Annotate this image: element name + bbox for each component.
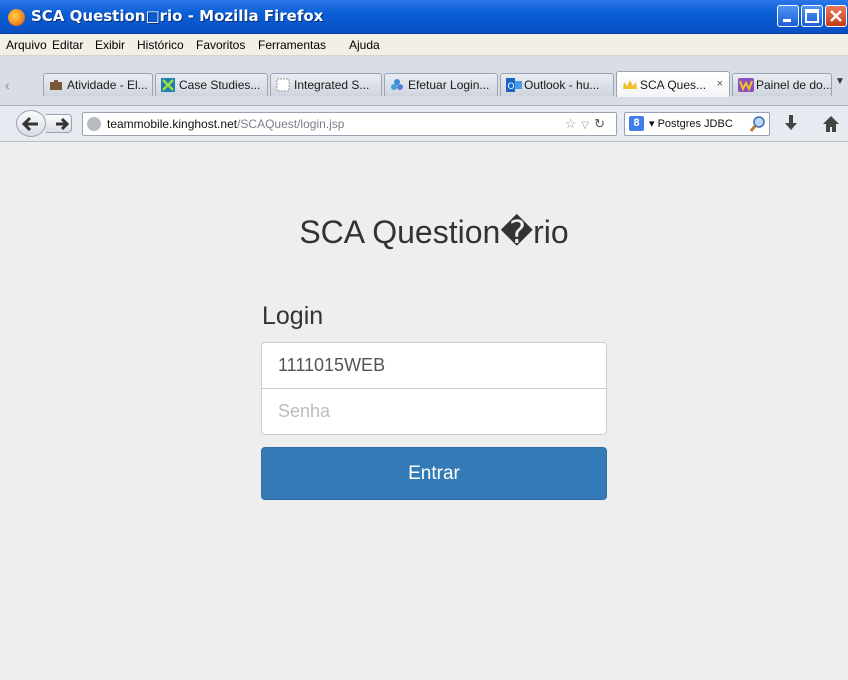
login-form	[261, 342, 607, 436]
tab-case-studies[interactable]: Case Studies...	[155, 73, 268, 96]
menu-arquivo[interactable]: Arquivo	[6, 38, 47, 52]
login-submit-button[interactable]: Entrar	[261, 447, 607, 500]
list-all-tabs-icon[interactable]: ▼	[835, 76, 845, 87]
tab-integrated[interactable]: Integrated S...	[270, 73, 382, 96]
blank-page-icon	[276, 78, 290, 92]
page-content: SCA Question�rio Login Entrar	[0, 142, 848, 680]
reload-icon[interactable]: ↻	[594, 116, 610, 131]
menu-editar[interactable]: Editar	[52, 38, 83, 52]
tab-painel[interactable]: Painel de do...	[732, 73, 832, 96]
password-field-wrapper	[261, 388, 607, 435]
tab-outlook[interactable]: O Outlook - hu...	[500, 73, 614, 96]
svg-text:O: O	[508, 82, 515, 92]
menu-bar: Arquivo Editar Exibir Histórico Favorito…	[0, 34, 848, 56]
bookmark-star-icon[interactable]: ☆	[565, 116, 582, 131]
tab-strip: ‹ Atividade - El... Case Studies... Inte…	[0, 56, 848, 106]
forward-button[interactable]	[46, 114, 72, 133]
menu-ferramentas[interactable]: Ferramentas	[258, 38, 326, 52]
search-engine-name: ▾ Postgres JDBC	[649, 118, 733, 130]
minimize-button[interactable]	[777, 5, 799, 27]
address-bar[interactable]: teammobile.kinghost.net/SCAQuest/login.j…	[82, 112, 617, 136]
x-logo-icon	[161, 78, 175, 92]
menu-ajuda[interactable]: Ajuda	[349, 38, 380, 52]
home-icon[interactable]	[822, 115, 840, 133]
tab-sca-questionario[interactable]: SCA Ques... ×	[616, 71, 730, 97]
maximize-button[interactable]	[801, 5, 823, 27]
history-dropdown-icon[interactable]: ▽	[581, 120, 594, 131]
window-title-bar[interactable]: SCA Question□rio - Mozilla Firefox	[0, 0, 848, 34]
search-icon[interactable]	[749, 115, 767, 133]
firefox-logo-icon	[8, 9, 25, 26]
window-title: SCA Question□rio - Mozilla Firefox	[31, 7, 324, 25]
page-title: SCA Question�rio	[299, 214, 569, 250]
site-identity-globe-icon[interactable]	[87, 117, 101, 131]
username-field-wrapper	[261, 342, 607, 389]
tab-efetuar-login[interactable]: Efetuar Login...	[384, 73, 498, 96]
login-heading: Login	[262, 302, 324, 330]
back-arrow-icon	[21, 116, 38, 132]
search-bar[interactable]: 8 ▾ Postgres JDBC	[624, 112, 770, 136]
scroll-tabs-left-icon[interactable]: ‹	[5, 77, 10, 93]
flower-icon	[390, 78, 404, 92]
tab-atividade[interactable]: Atividade - El...	[43, 73, 153, 96]
password-input[interactable]	[262, 389, 598, 434]
menu-favoritos[interactable]: Favoritos	[196, 38, 245, 52]
search-engine-icon[interactable]: 8	[629, 116, 644, 131]
wordpress-icon	[738, 78, 754, 92]
close-tab-icon[interactable]: ×	[717, 78, 723, 90]
outlook-icon: O	[506, 78, 522, 92]
briefcase-icon	[49, 78, 63, 92]
forward-arrow-icon	[56, 117, 70, 131]
back-button[interactable]	[16, 110, 46, 137]
username-input[interactable]	[262, 343, 598, 388]
url-text: teammobile.kinghost.net/SCAQuest/login.j…	[107, 117, 345, 131]
crown-icon	[622, 78, 637, 92]
menu-historico[interactable]: Histórico	[137, 38, 184, 52]
menu-exibir[interactable]: Exibir	[95, 38, 125, 52]
close-window-button[interactable]	[825, 5, 847, 27]
download-icon[interactable]	[784, 115, 798, 133]
navigation-toolbar: teammobile.kinghost.net/SCAQuest/login.j…	[0, 106, 848, 142]
